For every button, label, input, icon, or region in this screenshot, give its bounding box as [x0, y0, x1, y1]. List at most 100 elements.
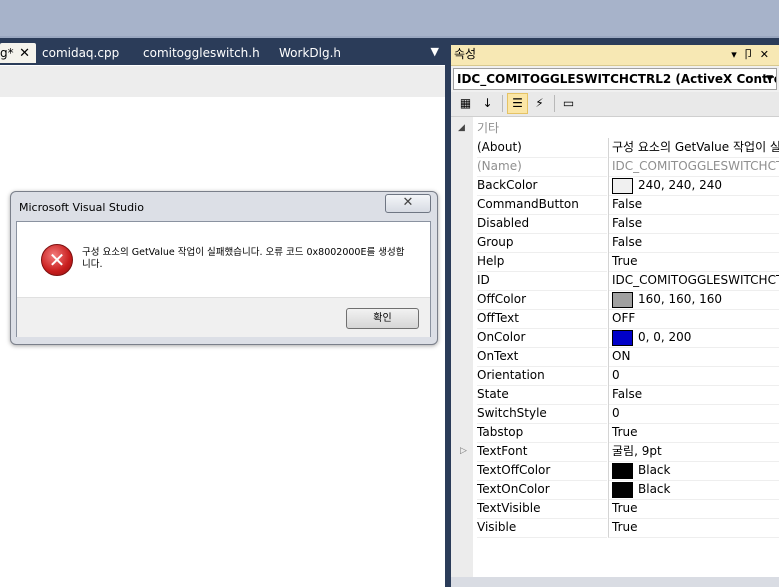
- property-row[interactable]: BackColor 240, 240, 240: [451, 176, 779, 196]
- tab-label: g*: [0, 46, 14, 60]
- property-value[interactable]: True: [608, 499, 779, 519]
- panel-dropdown-icon[interactable]: ▾: [731, 48, 743, 61]
- property-value[interactable]: 0, 0, 200: [608, 328, 779, 348]
- property-value-text: False: [612, 197, 643, 211]
- property-value[interactable]: 굴림, 9pt: [608, 442, 779, 462]
- property-value-text: 구성 요소의 GetValue 작업이 실: [612, 140, 779, 154]
- panel-close-icon[interactable]: ✕: [760, 48, 775, 61]
- color-swatch: [612, 178, 633, 194]
- property-row[interactable]: (Name) IDC_COMITOGGLESWITCHCTR: [451, 157, 779, 177]
- property-value-text: IDC_COMITOGGLESWITCHCTR: [612, 273, 779, 287]
- tab-active-document[interactable]: g* ✕: [0, 43, 36, 63]
- property-pages-icon[interactable]: ▭: [559, 94, 578, 113]
- panel-bottom-strip: [451, 577, 779, 587]
- property-value[interactable]: 240, 240, 240: [608, 176, 779, 196]
- properties-view-icon[interactable]: ☰: [507, 93, 528, 114]
- property-value[interactable]: False: [608, 214, 779, 234]
- properties-title: 속성: [454, 47, 477, 61]
- message-dialog: Microsoft Visual Studio ✕ ✕ 구성 요소의 GetVa…: [10, 191, 438, 345]
- toolbar-divider: [502, 95, 503, 112]
- ok-button[interactable]: 확인: [346, 308, 419, 329]
- dialog-message: 구성 요소의 GetValue 작업이 실패했습니다. 오류 코드 0x8002…: [82, 247, 405, 270]
- properties-toolbar: ▦ ↓ ☰ ⚡ ▭: [451, 92, 779, 117]
- property-name: OffColor: [477, 290, 607, 310]
- property-row[interactable]: Group False: [451, 233, 779, 253]
- property-value-text: True: [612, 501, 638, 515]
- property-name: TextFont: [477, 442, 607, 462]
- property-value[interactable]: Black: [608, 480, 779, 500]
- property-value[interactable]: True: [608, 518, 779, 538]
- property-value-text: 굴림, 9pt: [612, 444, 662, 458]
- dialog-client-area: ✕ 구성 요소의 GetValue 작업이 실패했습니다. 오류 코드 0x80…: [16, 221, 431, 337]
- error-icon: ✕: [41, 244, 73, 276]
- tab-label: WorkDlg.h: [279, 46, 341, 60]
- property-value[interactable]: 구성 요소의 GetValue 작업이 실: [608, 138, 779, 158]
- property-value-text: False: [612, 216, 643, 230]
- property-value-text: OFF: [612, 311, 636, 325]
- property-row[interactable]: ▷ TextFont 굴림, 9pt: [451, 442, 779, 462]
- property-row[interactable]: OnText ON: [451, 347, 779, 367]
- category-label: 기타: [477, 121, 500, 135]
- property-row[interactable]: Tabstop True: [451, 423, 779, 443]
- property-name: OffText: [477, 309, 607, 329]
- property-value[interactable]: IDC_COMITOGGLESWITCHCTR: [608, 157, 779, 177]
- property-name: TextOnColor: [477, 480, 607, 500]
- property-name: Visible: [477, 518, 607, 538]
- collapse-icon[interactable]: ◢: [458, 119, 465, 138]
- chevron-down-icon[interactable]: ▼: [766, 69, 773, 89]
- expand-icon[interactable]: ▷: [460, 442, 467, 460]
- property-value[interactable]: IDC_COMITOGGLESWITCHCTR: [608, 271, 779, 291]
- property-row[interactable]: Help True: [451, 252, 779, 272]
- panel-pin-icon[interactable]: 卩: [743, 48, 760, 61]
- tab-close-icon[interactable]: ✕: [18, 44, 32, 64]
- dialog-close-button[interactable]: ✕: [385, 194, 431, 213]
- property-value[interactable]: 0: [608, 404, 779, 424]
- property-value-text: True: [612, 520, 638, 534]
- property-value-text: Black: [638, 482, 671, 496]
- property-value-text: IDC_COMITOGGLESWITCHCTR: [612, 159, 779, 173]
- property-row[interactable]: (About) 구성 요소의 GetValue 작업이 실: [451, 138, 779, 158]
- property-row[interactable]: CommandButton False: [451, 195, 779, 215]
- property-row[interactable]: TextOffColor Black: [451, 461, 779, 481]
- property-name: TextOffColor: [477, 461, 607, 481]
- property-value-text: ON: [612, 349, 631, 363]
- tab-comidaq-cpp[interactable]: comidaq.cpp: [42, 43, 119, 63]
- property-value[interactable]: False: [608, 233, 779, 253]
- alphabetical-icon[interactable]: ↓: [478, 94, 497, 113]
- events-icon[interactable]: ⚡: [530, 94, 549, 113]
- property-value[interactable]: False: [608, 195, 779, 215]
- property-value[interactable]: ON: [608, 347, 779, 367]
- property-name: CommandButton: [477, 195, 607, 215]
- tab-comitoggleswitch-h[interactable]: comitoggleswitch.h: [143, 43, 260, 63]
- property-row[interactable]: TextVisible True: [451, 499, 779, 519]
- property-row[interactable]: Disabled False: [451, 214, 779, 234]
- property-row[interactable]: SwitchStyle 0: [451, 404, 779, 424]
- property-grid: ◢ 기타 (About) 구성 요소의 GetValue 작업이 실 (Name) I…: [451, 117, 779, 585]
- property-row[interactable]: TextOnColor Black: [451, 480, 779, 500]
- property-value[interactable]: OFF: [608, 309, 779, 329]
- property-value[interactable]: 160, 160, 160: [608, 290, 779, 310]
- property-name: Group: [477, 233, 607, 253]
- property-row[interactable]: OffColor 160, 160, 160: [451, 290, 779, 310]
- property-row[interactable]: State False: [451, 385, 779, 405]
- property-value[interactable]: Black: [608, 461, 779, 481]
- property-name: (Name): [477, 157, 607, 177]
- property-value[interactable]: True: [608, 423, 779, 443]
- object-selector[interactable]: IDC_COMITOGGLESWITCHCTRL2 (ActiveX Contr…: [453, 68, 777, 90]
- property-row[interactable]: ID IDC_COMITOGGLESWITCHCTR: [451, 271, 779, 291]
- color-swatch: [612, 463, 633, 479]
- properties-header: 속성 ▾卩✕: [451, 45, 779, 66]
- tab-workdlg-h[interactable]: WorkDlg.h: [279, 43, 341, 63]
- property-row[interactable]: OnColor 0, 0, 200: [451, 328, 779, 348]
- property-row[interactable]: Orientation 0: [451, 366, 779, 386]
- property-value[interactable]: True: [608, 252, 779, 272]
- tab-list-dropdown-icon[interactable]: ▼: [431, 45, 439, 58]
- property-value[interactable]: False: [608, 385, 779, 405]
- property-row[interactable]: Visible True: [451, 518, 779, 538]
- property-value[interactable]: 0: [608, 366, 779, 386]
- property-row[interactable]: OffText OFF: [451, 309, 779, 329]
- category-row[interactable]: ◢ 기타: [451, 119, 779, 138]
- categorized-icon[interactable]: ▦: [456, 94, 475, 113]
- property-value-text: True: [612, 425, 638, 439]
- color-swatch: [612, 292, 633, 308]
